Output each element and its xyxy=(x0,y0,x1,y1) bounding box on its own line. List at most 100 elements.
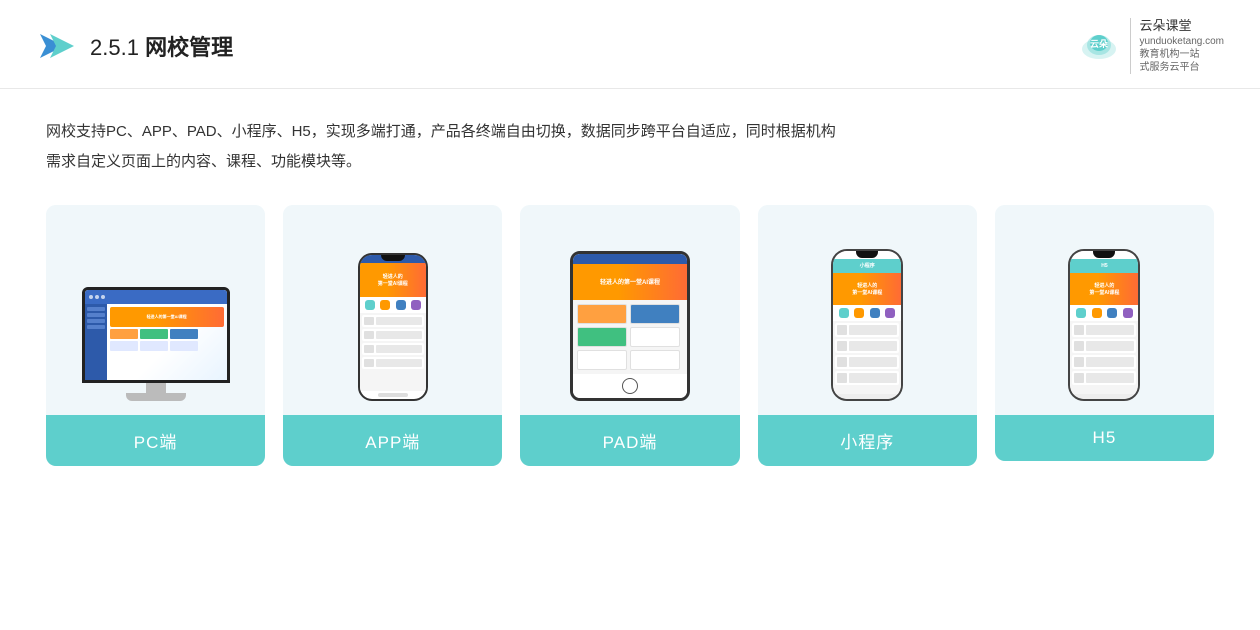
dot1 xyxy=(89,295,93,299)
pl-row xyxy=(362,329,424,341)
monitor-sidebar xyxy=(85,304,107,380)
h5-line xyxy=(1086,357,1134,367)
cards-row: 轻进人的第一堂AI课程 xyxy=(46,205,1214,466)
h5-topbar-text: H5 xyxy=(1101,263,1107,269)
mm-cell xyxy=(170,341,198,351)
header: 2.5.1 网校管理 云朵 云朵课堂 yunduoketang.com 教育机构… xyxy=(0,0,1260,89)
mp-row xyxy=(835,339,899,353)
ms-item xyxy=(87,313,105,317)
card-pc: 轻进人的第一堂AI课程 xyxy=(46,205,265,466)
h5-phone-notch xyxy=(1093,251,1115,258)
card-app-label: APP端 xyxy=(283,415,502,466)
mp-row xyxy=(835,323,899,337)
card-h5: H5 轻进人的第一堂AI课程 xyxy=(995,205,1214,461)
h5-mockup-area: H5 轻进人的第一堂AI课程 xyxy=(995,205,1214,415)
mpi-icon xyxy=(885,308,895,318)
h5-phone-screen: H5 轻进人的第一堂AI课程 xyxy=(1070,251,1138,399)
pl-thumb xyxy=(364,345,374,353)
miniphone-notch xyxy=(856,251,878,258)
card-pc-label: PC端 xyxy=(46,415,265,466)
phone-banner-text: 轻进人的第一堂AI课程 xyxy=(375,273,411,287)
phone-frame: 轻进人的第一堂AI课程 xyxy=(358,253,428,401)
brand-sub1: 教育机构一站 xyxy=(1139,49,1199,60)
monitor-frame: 轻进人的第一堂AI课程 xyxy=(82,287,230,383)
logo-arrow-icon xyxy=(36,26,76,66)
mp-icons-row xyxy=(833,305,901,321)
h5-row xyxy=(1072,371,1136,385)
pl-thumb xyxy=(364,317,374,325)
monitor-screen-body: 轻进人的第一堂AI课程 xyxy=(85,304,227,380)
pl-thumb xyxy=(364,331,374,339)
mpi-icon xyxy=(870,308,880,318)
phone-list xyxy=(360,313,426,391)
mini-mockup-area: 小程序 轻进人的第一堂AI课程 xyxy=(758,205,977,415)
h5-thumb xyxy=(1074,325,1084,335)
monitor-screen-top xyxy=(85,290,227,304)
page-title: 2.5.1 网校管理 xyxy=(90,30,233,62)
pad-cell xyxy=(577,327,627,347)
description: 网校支持PC、APP、PAD、小程序、H5，实现多端打通，产品各终端自由切换，数… xyxy=(46,117,1214,177)
h5-icon xyxy=(1076,308,1086,318)
pl-line xyxy=(376,359,422,367)
pl-line xyxy=(376,317,422,325)
pad-cell xyxy=(577,304,627,324)
h5-icons-row xyxy=(1070,305,1138,321)
mm-grid xyxy=(110,329,224,351)
dot3 xyxy=(101,295,105,299)
h5-icon xyxy=(1123,308,1133,318)
pad-home-button xyxy=(622,378,638,394)
h5-bottombar xyxy=(1070,394,1138,399)
card-pad: 轻进人的第一堂AI课程 xyxy=(520,205,739,466)
brand-logo: 云朵 云朵课堂 yunduoketang.com 教育机构一站 式服务云平台 xyxy=(1078,18,1224,74)
mm-cell xyxy=(110,329,138,339)
mp-thumb2 xyxy=(837,373,847,383)
description-line1: 网校支持PC、APP、PAD、小程序、H5，实现多端打通，产品各终端自由切换，数… xyxy=(46,117,1214,147)
pl-line xyxy=(376,345,422,353)
card-h5-label: H5 xyxy=(995,415,1214,461)
pad-cell xyxy=(577,350,627,370)
pad-cell xyxy=(630,350,680,370)
h5-row xyxy=(1072,323,1136,337)
phone-icons-row xyxy=(360,297,426,313)
mp-thumb2 xyxy=(837,341,847,351)
mm-banner: 轻进人的第一堂AI课程 xyxy=(110,307,224,327)
pad-screen: 轻进人的第一堂AI课程 xyxy=(573,254,687,398)
mp-topbar: 小程序 xyxy=(833,259,901,273)
mp-bottombar xyxy=(833,394,901,399)
app-mockup-area: 轻进人的第一堂AI课程 xyxy=(283,205,502,415)
ph-icon xyxy=(411,300,421,310)
h5-icon xyxy=(1107,308,1117,318)
mpi-icon xyxy=(854,308,864,318)
mm-cell xyxy=(110,341,138,351)
brand-domain: yunduoketang.com xyxy=(1139,36,1224,47)
card-app: 轻进人的第一堂AI课程 xyxy=(283,205,502,466)
mp-banner-text: 轻进人的第一堂AI课程 xyxy=(849,282,885,296)
h5-row xyxy=(1072,339,1136,353)
pad-banner: 轻进人的第一堂AI课程 xyxy=(573,264,687,300)
mp-row xyxy=(835,371,899,385)
pad-banner-text: 轻进人的第一堂AI课程 xyxy=(600,277,660,286)
h5-line xyxy=(1086,341,1134,351)
phone-home-bar xyxy=(378,393,408,397)
card-pad-label: PAD端 xyxy=(520,415,739,466)
mp-thumb2 xyxy=(837,357,847,367)
mp-row xyxy=(835,355,899,369)
mm-cell xyxy=(170,329,198,339)
mp-topbar-text: 小程序 xyxy=(860,262,875,269)
monitor-base xyxy=(126,393,186,401)
monitor-neck xyxy=(146,383,166,393)
mp-list xyxy=(833,321,901,394)
h5-icon xyxy=(1092,308,1102,318)
mp-line2 xyxy=(849,325,897,335)
pad-cell xyxy=(630,304,680,324)
card-mini-label: 小程序 xyxy=(758,415,977,466)
ms-item xyxy=(87,325,105,329)
h5-banner-text: 轻进人的第一堂AI课程 xyxy=(1086,282,1122,296)
cloud-icon: 云朵 xyxy=(1078,27,1120,65)
pad-mockup-area: 轻进人的第一堂AI课程 xyxy=(520,205,739,415)
pc-monitor: 轻进人的第一堂AI课程 xyxy=(82,287,230,401)
monitor-screen: 轻进人的第一堂AI课程 xyxy=(85,290,227,380)
h5-topbar: H5 xyxy=(1070,259,1138,273)
pl-row xyxy=(362,343,424,355)
monitor-main: 轻进人的第一堂AI课程 xyxy=(107,304,227,380)
